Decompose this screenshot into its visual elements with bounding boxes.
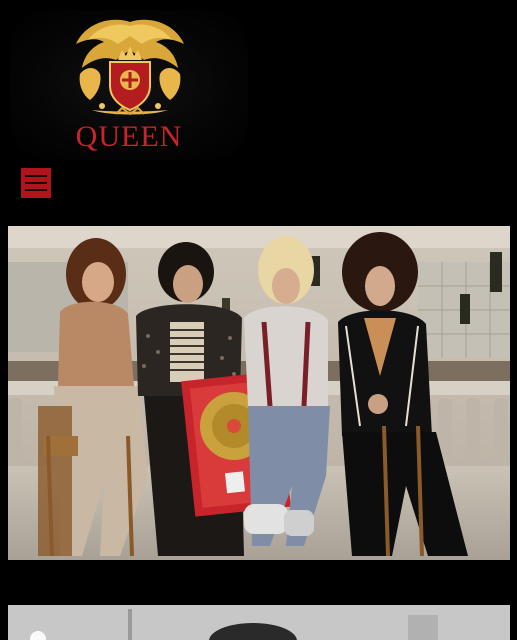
- menu-bar-middle: [25, 182, 47, 184]
- queen-crest-icon: [76, 19, 184, 116]
- site-logo[interactable]: QUEEN: [10, 10, 248, 160]
- hero-image: [8, 226, 510, 560]
- second-photo: [8, 605, 510, 640]
- menu-bar-bottom: [25, 189, 47, 191]
- menu-bar-top: [25, 175, 47, 177]
- band-photo: [8, 226, 510, 560]
- second-image: [8, 605, 510, 640]
- brand-name: QUEEN: [75, 120, 183, 153]
- page: QUEEN: [0, 0, 517, 640]
- hamburger-menu-button[interactable]: [21, 168, 51, 198]
